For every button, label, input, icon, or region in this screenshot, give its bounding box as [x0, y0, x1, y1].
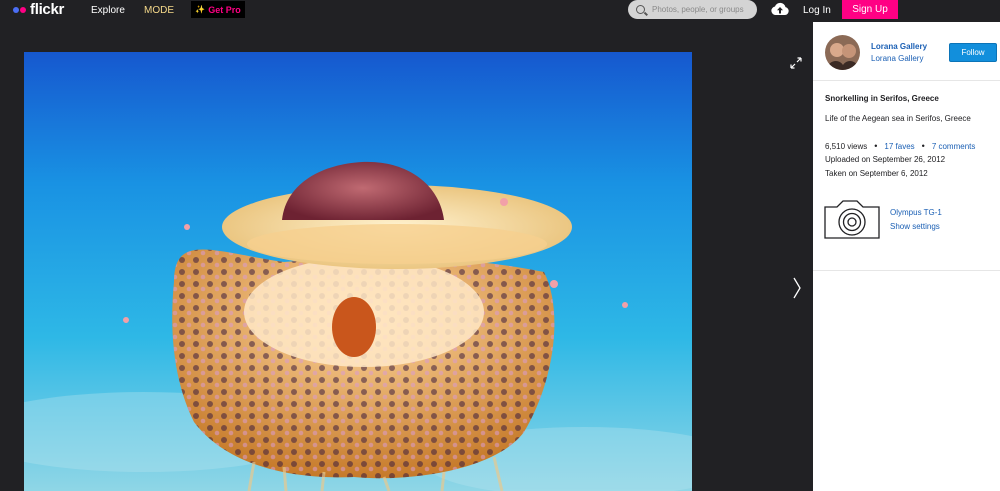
owner-subtitle: Lorana Gallery — [871, 54, 924, 63]
search-icon — [636, 5, 645, 14]
faves-link[interactable]: 17 faves — [884, 142, 914, 151]
top-navigation-bar: flickr Explore MODE ✨ Get Pro Log In Sig… — [0, 0, 1000, 22]
photo-stats: 6,510 views • 17 faves • 7 comments — [825, 141, 999, 151]
get-pro-button[interactable]: ✨ Get Pro — [191, 1, 245, 18]
section-divider — [813, 270, 1000, 271]
expand-icon[interactable] — [790, 57, 802, 69]
show-settings-link[interactable]: Show settings — [890, 222, 940, 231]
avatar[interactable] — [825, 35, 860, 70]
photo-title: Snorkelling in Serifos, Greece — [825, 94, 939, 103]
stats-separator: • — [874, 141, 878, 151]
search-input[interactable] — [652, 5, 752, 14]
photo-description: Life of the Aegean sea in Serifos, Greec… — [825, 114, 971, 123]
login-link[interactable]: Log In — [803, 4, 831, 17]
follow-button[interactable]: Follow — [949, 43, 997, 62]
logo-pink-dot — [20, 7, 26, 13]
logo-blue-dot — [13, 7, 19, 13]
comments-link[interactable]: 7 comments — [932, 142, 976, 151]
get-pro-label: Get Pro — [208, 4, 241, 15]
photo-info-sidebar: Lorana Gallery Lorana Gallery Follow Sno… — [813, 22, 1000, 491]
photo-stage — [0, 22, 813, 491]
logo-text: flickr — [30, 1, 65, 18]
camera-model-link[interactable]: Olympus TG-1 — [890, 208, 942, 217]
nav-mode-link[interactable]: MODE — [144, 4, 174, 17]
search-box[interactable] — [628, 0, 757, 19]
stats-separator: • — [921, 141, 925, 151]
chevron-right-icon[interactable] — [792, 276, 802, 300]
sparkle-icon: ✨ — [195, 5, 206, 14]
upload-cloud-icon[interactable] — [770, 2, 790, 16]
nav-explore-link[interactable]: Explore — [91, 4, 125, 17]
main-photo-jellyfish[interactable] — [24, 52, 692, 491]
flickr-logo[interactable]: flickr — [13, 2, 64, 18]
camera-icon — [824, 200, 880, 239]
owner-name-link[interactable]: Lorana Gallery — [871, 42, 927, 52]
taken-date: Taken on September 6, 2012 — [825, 169, 928, 178]
uploaded-date: Uploaded on September 26, 2012 — [825, 155, 946, 164]
views-count: 6,510 views — [825, 141, 868, 151]
owner-section: Lorana Gallery Lorana Gallery Follow — [813, 22, 1000, 81]
signup-button[interactable]: Sign Up — [842, 0, 898, 19]
